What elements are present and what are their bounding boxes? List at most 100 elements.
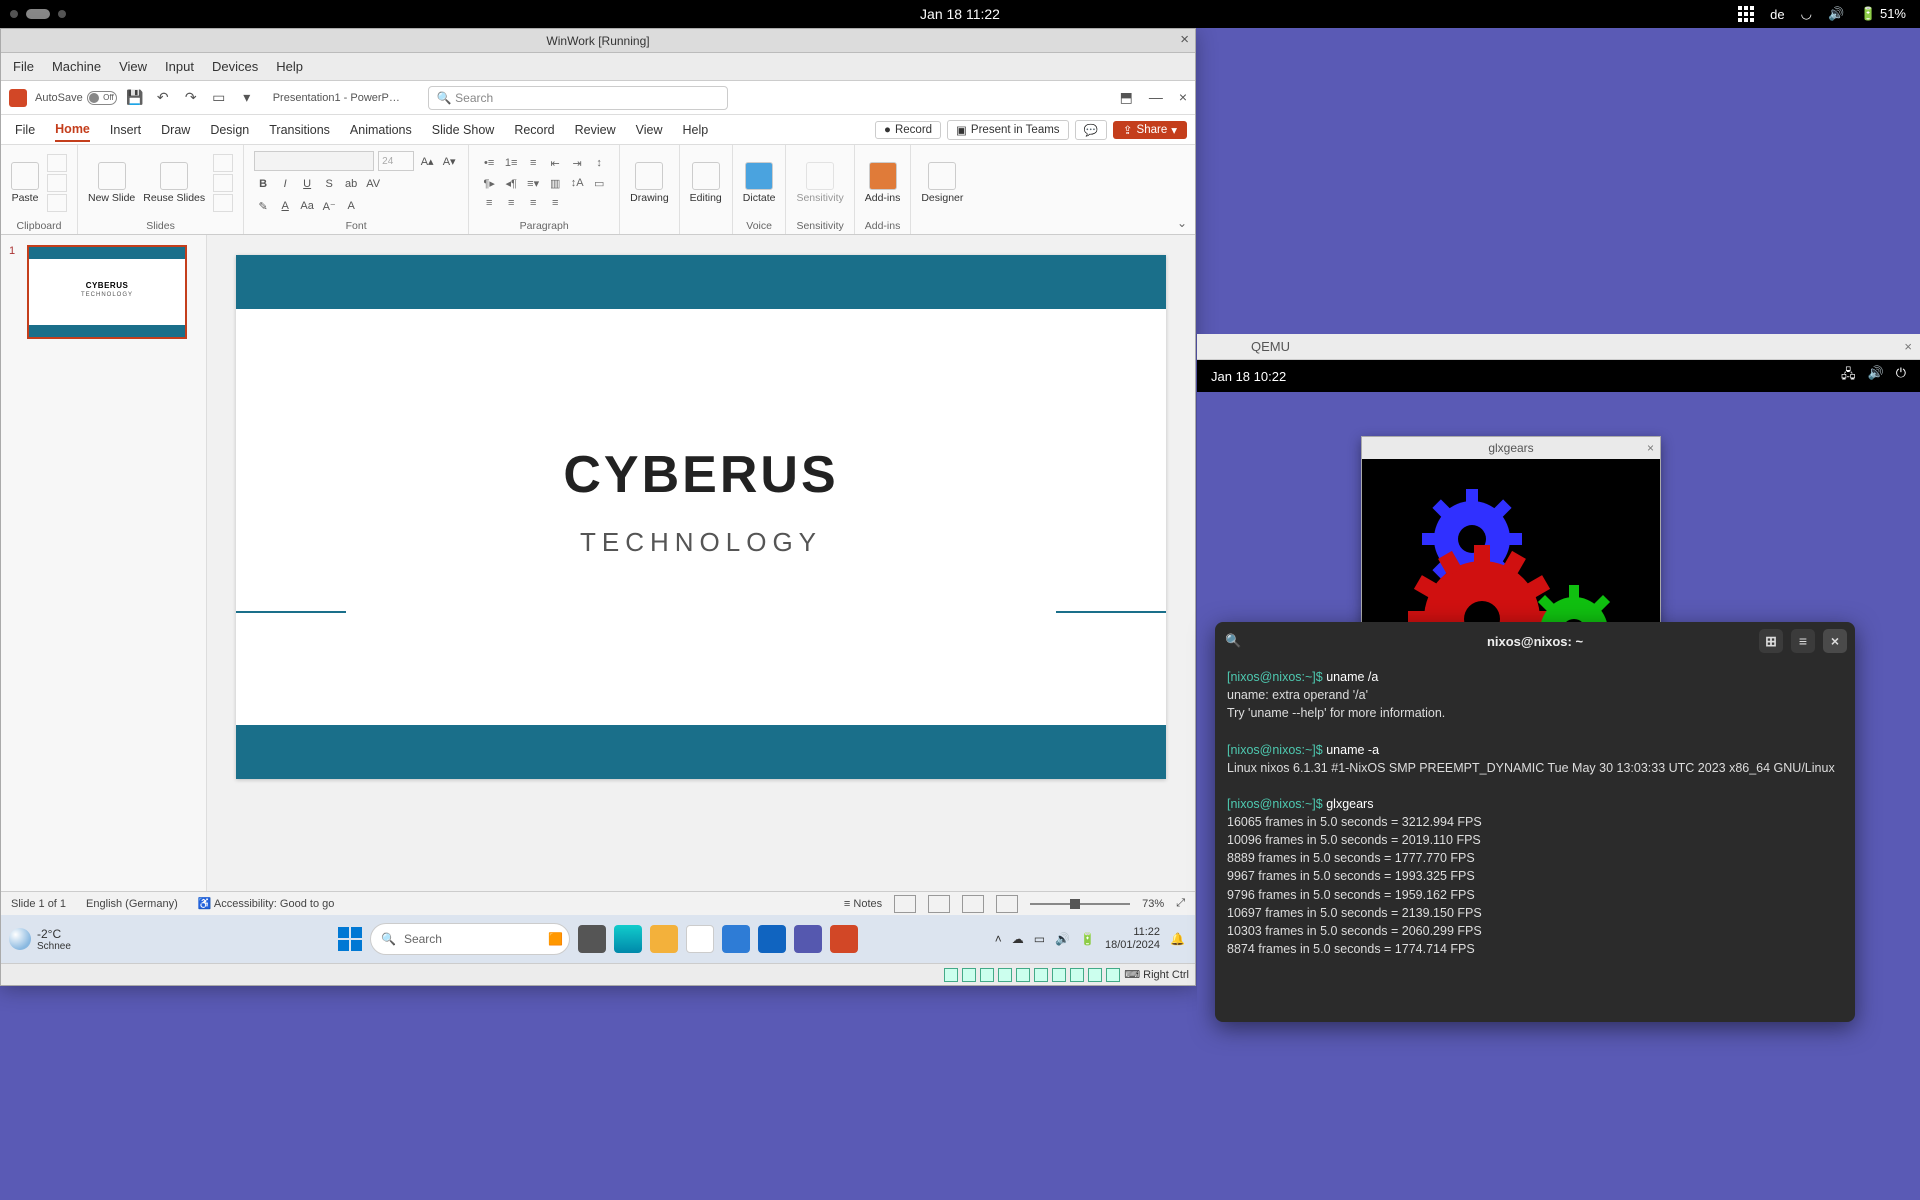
format-painter-icon[interactable] [47, 194, 67, 212]
vbox-cpu-icon[interactable] [1070, 968, 1084, 982]
align-right-icon[interactable]: ≡ [523, 194, 543, 212]
dictate-button[interactable]: Dictate [743, 162, 776, 204]
explorer-icon[interactable] [650, 925, 678, 953]
text-dir-icon[interactable]: ↕A [567, 174, 587, 192]
menu-view[interactable]: View [119, 59, 147, 74]
guest-desktop[interactable]: glxgears× [1197, 392, 1920, 1194]
autosave-toggle[interactable]: Off [87, 91, 117, 105]
highlight-icon[interactable]: ✎ [254, 197, 272, 215]
tab-review[interactable]: Review [575, 119, 616, 141]
close-icon[interactable]: × [1180, 31, 1189, 48]
indent-inc-icon[interactable]: ⇥ [567, 154, 587, 172]
reading-view-icon[interactable] [962, 895, 984, 913]
char-format-icon[interactable]: A [342, 197, 360, 215]
editing-button[interactable]: Editing [690, 162, 722, 204]
window-close-icon[interactable]: × [1179, 89, 1187, 106]
menu-input[interactable]: Input [165, 59, 194, 74]
new-tab-icon[interactable]: ⊞ [1759, 629, 1783, 653]
change-case-icon[interactable]: Aa [298, 197, 316, 215]
terminal-output[interactable]: [nixos@nixos:~]$ uname /auname: extra op… [1215, 660, 1855, 966]
guest-clock[interactable]: Jan 18 10:22 [1211, 369, 1286, 384]
close-icon[interactable]: × [1904, 339, 1912, 354]
slide-thumbnail-1[interactable]: CYBERUS TECHNOLOGY [27, 245, 187, 339]
align-center-icon[interactable]: ≡ [501, 194, 521, 212]
vbox-titlebar[interactable]: WinWork [Running] × [1, 29, 1195, 53]
menu-help[interactable]: Help [276, 59, 303, 74]
workspace-dot[interactable] [58, 10, 66, 18]
tab-home[interactable]: Home [55, 118, 90, 142]
present-icon[interactable]: ▭ [209, 88, 229, 108]
tab-insert[interactable]: Insert [110, 119, 141, 141]
clear-format-icon[interactable]: A⁻ [320, 197, 338, 215]
vbox-shared-icon[interactable] [1016, 968, 1030, 982]
terminal-titlebar[interactable]: 🔍 nixos@nixos: ~ ⊞ ≡ × [1215, 622, 1855, 660]
tab-draw[interactable]: Draw [161, 119, 190, 141]
search-icon[interactable]: 🔍 [1225, 633, 1241, 649]
mail-icon[interactable] [722, 925, 750, 953]
store-icon[interactable] [686, 925, 714, 953]
volume-icon[interactable]: 🔊 [1828, 6, 1844, 22]
tab-help[interactable]: Help [682, 119, 708, 141]
grow-font-icon[interactable]: A▴ [418, 152, 436, 170]
bullets-icon[interactable]: •≡ [479, 154, 499, 172]
vbox-display-icon[interactable] [1034, 968, 1048, 982]
onedrive-icon[interactable]: ☁ [1012, 932, 1024, 946]
align-menu-icon[interactable]: ≡▾ [523, 174, 543, 192]
drawing-button[interactable]: Drawing [630, 162, 669, 204]
smartart-icon[interactable]: ▭ [589, 174, 609, 192]
ribbon-mode-icon[interactable]: ⬒ [1120, 89, 1133, 106]
workspace-pill[interactable] [26, 9, 50, 19]
zoom-level[interactable]: 73% [1142, 898, 1164, 910]
minimize-icon[interactable]: — [1149, 89, 1163, 106]
keyboard-layout[interactable]: de [1770, 7, 1784, 22]
shrink-font-icon[interactable]: A▾ [440, 152, 458, 170]
slideshow-view-icon[interactable] [996, 895, 1018, 913]
vbox-usb-icon[interactable] [998, 968, 1012, 982]
start-button[interactable] [338, 927, 362, 951]
present-teams-button[interactable]: ▣ Present in Teams [947, 120, 1069, 140]
vbox-cd-icon[interactable] [962, 968, 976, 982]
guest-power-icon[interactable]: ⏻ [1896, 365, 1906, 387]
menu-icon[interactable]: ≡ [1791, 629, 1815, 653]
save-icon[interactable]: 💾 [125, 88, 145, 108]
status-slide-of[interactable]: Slide 1 of 1 [11, 898, 66, 910]
tab-design[interactable]: Design [210, 119, 249, 141]
redo-icon[interactable]: ↷ [181, 88, 201, 108]
slide-canvas[interactable]: CYBERUS TECHNOLOGY [236, 255, 1166, 779]
tab-file[interactable]: File [15, 119, 35, 141]
zoom-slider[interactable] [1030, 903, 1130, 905]
numbering-icon[interactable]: 1≡ [501, 154, 521, 172]
edge-icon[interactable] [614, 925, 642, 953]
collapse-ribbon-icon[interactable]: ⌄ [1177, 216, 1187, 230]
teams-icon[interactable] [794, 925, 822, 953]
rtl-icon[interactable]: ◂¶ [501, 174, 521, 192]
activities-dot[interactable] [10, 10, 18, 18]
share-button[interactable]: ⇪ Share ▾ [1113, 121, 1187, 139]
strike-button[interactable]: S [320, 175, 338, 193]
guest-network-icon[interactable]: 🖧 [1841, 365, 1856, 387]
new-slide-button[interactable]: New Slide [88, 162, 135, 204]
reset-icon[interactable] [213, 174, 233, 192]
shadow-button[interactable]: ab [342, 175, 360, 193]
glxgears-titlebar[interactable]: glxgears× [1362, 437, 1660, 459]
cut-icon[interactable] [47, 154, 67, 172]
tab-slideshow[interactable]: Slide Show [432, 119, 495, 141]
tab-record[interactable]: Record [514, 119, 554, 141]
font-family-select[interactable] [254, 151, 374, 171]
notifications-icon[interactable]: 🔔 [1170, 932, 1185, 946]
indent-dec-icon[interactable]: ⇤ [545, 154, 565, 172]
tab-view[interactable]: View [636, 119, 663, 141]
notes-button[interactable]: ≡ Notes [844, 898, 882, 910]
powerpoint-taskbar-icon[interactable] [830, 925, 858, 953]
weather-widget[interactable]: -2°CSchnee [9, 927, 71, 952]
terminal-window[interactable]: 🔍 nixos@nixos: ~ ⊞ ≡ × [nixos@nixos:~]$ … [1215, 622, 1855, 1022]
fit-window-icon[interactable]: ⤢ [1176, 897, 1185, 910]
close-icon[interactable]: × [1823, 629, 1847, 653]
paste-button[interactable]: Paste [11, 162, 39, 204]
bold-button[interactable]: B [254, 175, 272, 193]
sorter-view-icon[interactable] [928, 895, 950, 913]
outlook-icon[interactable] [758, 925, 786, 953]
section-icon[interactable] [213, 194, 233, 212]
vbox-mouse-icon[interactable] [1088, 968, 1102, 982]
font-color-icon[interactable]: A [276, 197, 294, 215]
